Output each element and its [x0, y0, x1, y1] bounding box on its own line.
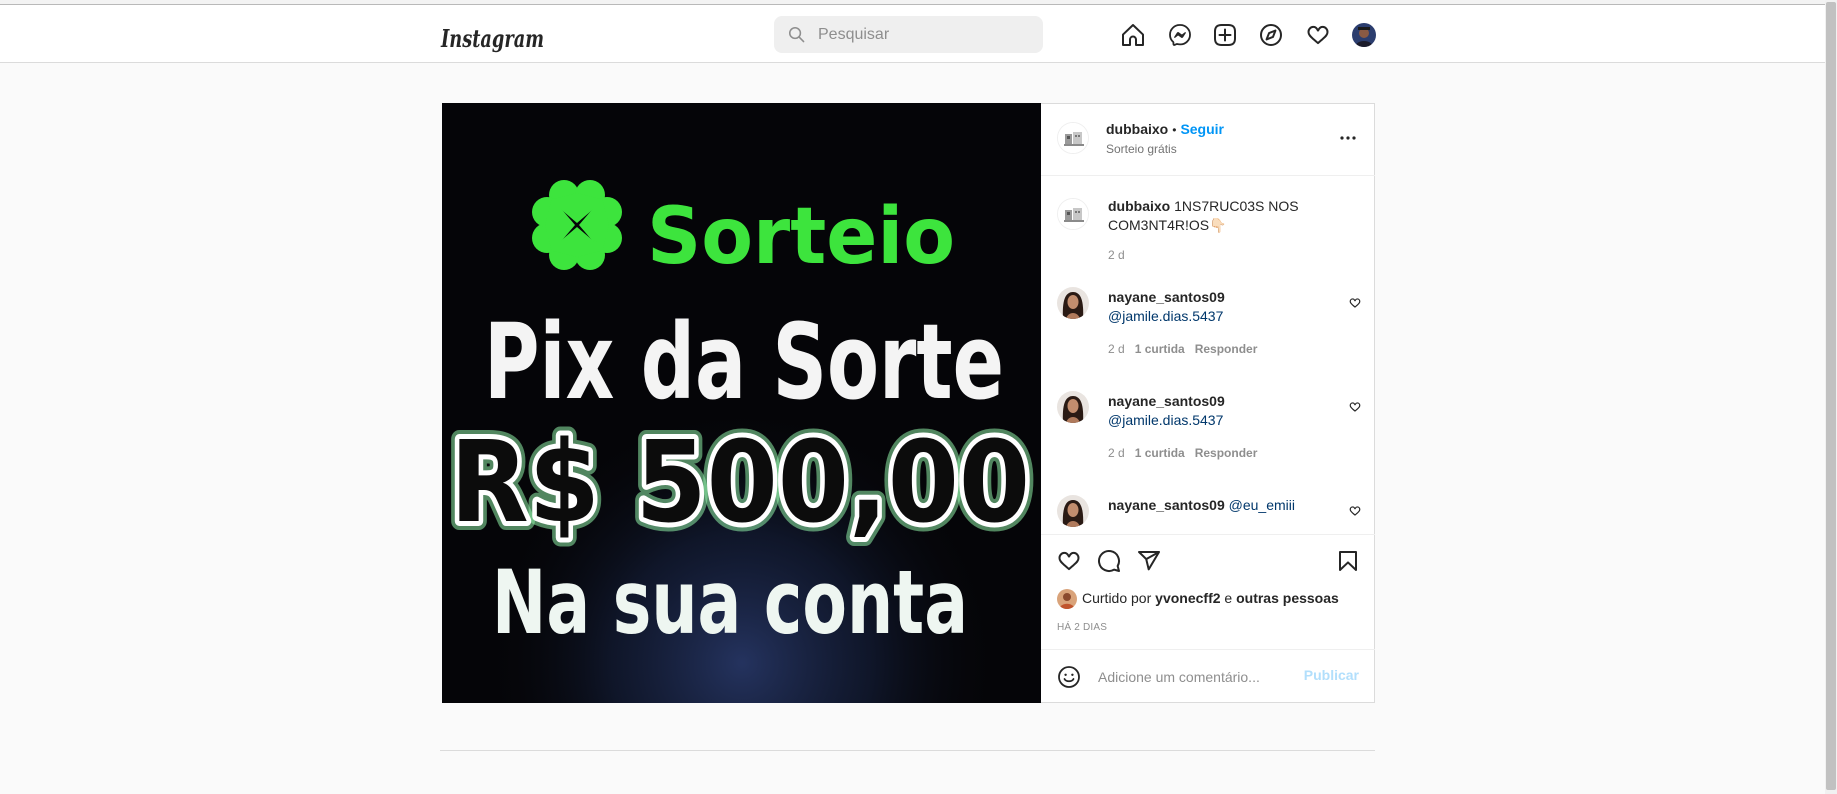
- publish-button[interactable]: Publicar: [1304, 667, 1359, 683]
- new-post-icon[interactable]: [1213, 23, 1237, 47]
- image-title-pix-da-sorte: Pix da Sorte: [484, 301, 1004, 423]
- comment-mention[interactable]: @jamile.dias.5437: [1108, 308, 1223, 324]
- post-card: Sorteio Pix da Sorte R$ 500,00 R$ 500,00…: [442, 103, 1375, 703]
- search-icon: [788, 26, 805, 43]
- image-subtitle-na-sua-conta: Na sua conta: [492, 551, 968, 654]
- comment-item: nayane_santos09 @jamile.dias.5437 2 d 1 c…: [1041, 280, 1375, 384]
- liked-prefix: Curtido por: [1082, 590, 1152, 606]
- comment-time[interactable]: 2 d: [1108, 342, 1125, 356]
- post-image[interactable]: Sorteio Pix da Sorte R$ 500,00 R$ 500,00…: [442, 103, 1041, 703]
- add-comment-bar: Publicar: [1041, 649, 1375, 704]
- post-side-panel: dubbaixo • Seguir Sorteio grátis dubbaixo …: [1041, 103, 1376, 703]
- liker-avatar-image: [1057, 589, 1077, 610]
- search-placeholder[interactable]: Pesquisar: [818, 25, 889, 45]
- comment-text: nayane_santos09 @eu_emiii: [1108, 496, 1323, 515]
- post-timestamp[interactable]: HÁ 2 DIAS: [1057, 622, 1107, 633]
- author-username[interactable]: dubbaixo: [1106, 121, 1168, 137]
- search-box[interactable]: Pesquisar: [774, 16, 1043, 53]
- post-header: dubbaixo • Seguir Sorteio grátis: [1041, 103, 1375, 176]
- liker-avatar[interactable]: [1057, 589, 1077, 610]
- comment-bubble-icon[interactable]: [1097, 549, 1121, 573]
- top-navigation-bar: Instagram Pesquisar: [0, 5, 1825, 63]
- caption-meta: 2 d: [1108, 248, 1135, 262]
- share-plane-icon[interactable]: [1137, 549, 1161, 573]
- comment-like-count[interactable]: 1 curtida: [1135, 446, 1185, 460]
- comment-item: nayane_santos09 @jamile.dias.5437 2 d 1 c…: [1041, 384, 1375, 488]
- comment-username[interactable]: nayane_santos09: [1108, 393, 1225, 409]
- liked-conjunction: e: [1224, 590, 1233, 606]
- caption-block: dubbaixo 1NS7RUC03S NOS COM3NT4R!OS👇🏻 2 …: [1041, 176, 1375, 280]
- image-title-sorteio: Sorteio: [647, 192, 955, 282]
- author-line: dubbaixo • Seguir: [1106, 120, 1224, 139]
- image-prize-amount: R$ 500,00: [450, 418, 1030, 548]
- comment-username[interactable]: nayane_santos09: [1108, 497, 1225, 513]
- comment-reply-button[interactable]: Responder: [1195, 446, 1258, 460]
- comment-like-heart-icon[interactable]: [1349, 401, 1361, 413]
- like-heart-icon[interactable]: [1057, 549, 1081, 573]
- feed-divider: [440, 750, 1375, 751]
- commenter-avatar-image: [1057, 391, 1089, 423]
- comment-like-heart-icon[interactable]: [1349, 505, 1361, 517]
- caption-avatar[interactable]: [1057, 198, 1089, 230]
- post-actions-section: Curtido por yvonecff2 e outras pessoas H…: [1041, 534, 1375, 650]
- commenter-avatar[interactable]: [1057, 391, 1089, 423]
- explore-icon[interactable]: [1259, 23, 1283, 47]
- comment-username[interactable]: nayane_santos09: [1108, 289, 1225, 305]
- caption-avatar-image: [1058, 199, 1088, 229]
- comment-like-count[interactable]: 1 curtida: [1135, 342, 1185, 356]
- caption-text: dubbaixo 1NS7RUC03S NOS COM3NT4R!OS👇🏻: [1108, 197, 1323, 235]
- follow-button[interactable]: Seguir: [1180, 121, 1224, 137]
- profile-avatar[interactable]: [1352, 23, 1376, 47]
- caption-username[interactable]: dubbaixo: [1108, 198, 1170, 214]
- post-location[interactable]: Sorteio grátis: [1106, 141, 1177, 157]
- comment-time[interactable]: 2 d: [1108, 446, 1125, 460]
- author-avatar-image: [1058, 123, 1088, 153]
- author-avatar[interactable]: [1057, 122, 1089, 154]
- comment-meta: 2 d 1 curtida Responder: [1108, 342, 1267, 356]
- emoji-icon[interactable]: [1057, 665, 1081, 689]
- comment-meta: 2 d 1 curtida Responder: [1108, 446, 1267, 460]
- comment-input[interactable]: [1098, 665, 1298, 689]
- commenter-avatar-image: [1057, 287, 1089, 319]
- comment-mention[interactable]: @jamile.dias.5437: [1108, 412, 1223, 428]
- liked-others-link[interactable]: outras pessoas: [1236, 590, 1339, 606]
- commenter-avatar[interactable]: [1057, 495, 1089, 527]
- more-options-icon[interactable]: [1336, 126, 1360, 150]
- instagram-logo[interactable]: Instagram: [440, 19, 546, 59]
- comment-text: nayane_santos09 @jamile.dias.5437: [1108, 288, 1323, 326]
- author-separator: •: [1172, 123, 1177, 137]
- liked-by-line: Curtido por yvonecff2 e outras pessoas: [1057, 588, 1339, 610]
- commenter-avatar[interactable]: [1057, 287, 1089, 319]
- comment-text: nayane_santos09 @jamile.dias.5437: [1108, 392, 1323, 430]
- home-icon[interactable]: [1121, 23, 1145, 47]
- scrollbar-thumb[interactable]: [1826, 2, 1836, 790]
- commenter-avatar-image: [1057, 495, 1089, 527]
- bookmark-icon[interactable]: [1336, 549, 1360, 573]
- comments-list[interactable]: dubbaixo 1NS7RUC03S NOS COM3NT4R!OS👇🏻 2 …: [1041, 176, 1375, 534]
- comment-mention[interactable]: @eu_emiii: [1229, 497, 1295, 513]
- comment-item: nayane_santos09 @eu_emiii: [1041, 488, 1375, 534]
- logo-text: Instagram: [440, 24, 544, 53]
- caption-time[interactable]: 2 d: [1108, 248, 1125, 262]
- comment-like-heart-icon[interactable]: [1349, 297, 1361, 309]
- messenger-icon[interactable]: [1168, 23, 1192, 47]
- comment-reply-button[interactable]: Responder: [1195, 342, 1258, 356]
- activity-heart-icon[interactable]: [1306, 23, 1330, 47]
- liker-username[interactable]: yvonecff2: [1155, 590, 1220, 606]
